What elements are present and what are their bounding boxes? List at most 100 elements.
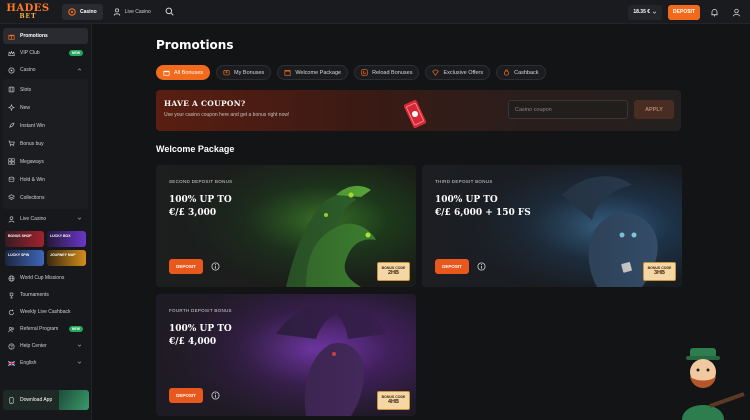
sidebar-item-label: New xyxy=(20,104,31,111)
bonus-code-value: 3HB xyxy=(653,270,665,277)
tab-all-bonuses[interactable]: All Bonuses xyxy=(156,65,211,80)
new-badge: NEW xyxy=(68,50,83,56)
sidebar-item-casino[interactable]: Casino xyxy=(3,62,88,78)
cart-icon xyxy=(8,140,15,147)
bonus-code-badge[interactable]: BONUS CODE 4HB xyxy=(377,391,410,410)
dealer-icon xyxy=(113,7,120,16)
card-deposit-button[interactable]: DEPOSIT xyxy=(169,388,203,403)
tile-journey-map[interactable]: JOURNEY MAP xyxy=(47,250,86,266)
bonus-card-fourth-deposit[interactable]: FOURTH DEPOSIT BONUS 100% UP TO €/£ 4,00… xyxy=(156,294,416,416)
chevron-down-icon xyxy=(77,217,82,220)
nav-live-casino[interactable]: Live Casino xyxy=(107,4,157,20)
coupon-banner: HAVE A COUPON? Use your casino coupon he… xyxy=(156,90,681,131)
globe-icon xyxy=(8,275,15,281)
bonus-code-badge[interactable]: BONUS CODE 3HB xyxy=(643,262,676,281)
promo-tiles: BONUS SHOP LUCKY BOX LUCKY SPIN JOURNEY … xyxy=(5,231,86,266)
dealer-icon xyxy=(8,215,15,223)
reload-icon xyxy=(361,69,368,76)
card-headline: 100% UP TO €/£ 3,000 xyxy=(169,194,232,220)
promotion-tabs: All Bonuses My Bonuses Welcome Package R… xyxy=(156,65,546,80)
flag-icon xyxy=(8,360,15,366)
info-icon[interactable] xyxy=(211,391,220,400)
profile-button[interactable] xyxy=(728,4,744,20)
section-title-welcome-package: Welcome Package xyxy=(156,144,235,154)
apply-coupon-button[interactable]: APPLY xyxy=(634,100,674,119)
balance-value: 18.35 € xyxy=(633,9,651,15)
info-icon[interactable] xyxy=(477,262,486,271)
money-bag-icon xyxy=(504,69,509,76)
download-app-label: Download App xyxy=(20,397,53,403)
tile-bonus-shop[interactable]: BONUS SHOP xyxy=(5,231,44,247)
sidebar-item-instant-win[interactable]: Instant Win xyxy=(3,117,88,134)
card-headline-line2: €/£ 3,000 xyxy=(169,208,217,218)
account-area: 18.35 € DEPOSIT xyxy=(628,4,744,20)
search-icon xyxy=(165,7,174,16)
sidebar-item-label: Instant Win xyxy=(20,122,46,129)
tab-my-bonuses[interactable]: My Bonuses xyxy=(216,65,272,80)
app-root: HADES BET Casino Live Casino 18.35 € DEP… xyxy=(0,0,750,420)
language-label: English xyxy=(20,360,37,366)
user-gift-icon xyxy=(223,70,230,76)
bonus-card-second-deposit[interactable]: SECOND DEPOSIT BONUS 100% UP TO €/£ 3,00… xyxy=(156,165,416,287)
sidebar-item-help-center[interactable]: Help Center xyxy=(3,338,88,354)
language-selector[interactable]: English xyxy=(3,355,88,371)
card-headline-line2: €/£ 6,000 + 150 FS xyxy=(435,208,531,218)
coupon-input[interactable] xyxy=(508,100,628,119)
card-headline-line1: 100% UP TO xyxy=(435,195,498,205)
crown-icon xyxy=(8,50,15,56)
card-label: SECOND DEPOSIT BONUS xyxy=(169,179,233,184)
page-title: Promotions xyxy=(156,38,234,52)
sidebar-item-bonus-buy[interactable]: Bonus buy xyxy=(3,135,88,152)
sidebar-item-promotions[interactable]: Promotions xyxy=(3,28,88,44)
search-button[interactable] xyxy=(163,5,177,19)
tile-lucky-spin[interactable]: LUCKY SPIN xyxy=(5,250,44,266)
chevron-up-icon xyxy=(77,68,82,71)
sidebar-item-slots[interactable]: Slots xyxy=(3,81,88,98)
chevron-down-icon xyxy=(77,361,82,364)
tab-cashback[interactable]: Cashback xyxy=(496,65,546,80)
sidebar-item-label: Tournaments xyxy=(20,292,49,298)
card-deposit-button[interactable]: DEPOSIT xyxy=(435,259,469,274)
download-app-button[interactable]: Download App xyxy=(3,390,89,410)
main-content: Promotions All Bonuses My Bonuses Welcom… xyxy=(92,24,750,420)
info-icon[interactable] xyxy=(211,262,220,271)
chevron-down-icon xyxy=(77,344,82,347)
phone-icon xyxy=(9,396,14,404)
nav-casino-label: Casino xyxy=(80,8,97,15)
bonus-code-value: 2HB xyxy=(387,270,399,277)
sidebar-item-vip-club[interactable]: VIP Club NEW xyxy=(3,45,88,61)
tab-reload-bonuses[interactable]: Reload Bonuses xyxy=(354,65,420,80)
tile-lucky-box[interactable]: LUCKY BOX xyxy=(47,231,86,247)
sidebar-item-label: Collections xyxy=(20,194,45,201)
nav-casino[interactable]: Casino xyxy=(62,3,103,20)
card-deposit-button[interactable]: DEPOSIT xyxy=(169,259,203,274)
chevron-down-icon xyxy=(652,11,657,14)
sidebar-item-tournaments[interactable]: Tournaments xyxy=(3,287,88,303)
sidebar-item-collections[interactable]: Collections xyxy=(3,189,88,206)
tile-label: LUCKY SPIN xyxy=(8,253,30,257)
sidebar-item-weekly-live-cashback[interactable]: Weekly Live Cashback xyxy=(3,304,88,320)
tab-label: Welcome Package xyxy=(295,69,342,76)
bonus-code-badge[interactable]: BONUS CODE 2HB xyxy=(377,262,410,281)
sidebar-item-new[interactable]: New xyxy=(3,99,88,116)
notifications-button[interactable] xyxy=(706,4,722,20)
card-label: THIRD DEPOSIT BONUS xyxy=(435,179,493,184)
sidebar-item-label: Help Center xyxy=(20,343,47,349)
deposit-button[interactable]: DEPOSIT xyxy=(668,4,700,20)
bonus-card-third-deposit[interactable]: THIRD DEPOSIT BONUS 100% UP TO €/£ 6,000… xyxy=(422,165,682,287)
tab-exclusive-offers[interactable]: Exclusive Offers xyxy=(425,65,491,80)
logo-text: HADES xyxy=(6,2,50,14)
sidebar-item-world-cup-missions[interactable]: World Cup Missions xyxy=(3,270,88,286)
package-icon xyxy=(284,70,291,76)
tab-welcome-package[interactable]: Welcome Package xyxy=(277,65,349,80)
grid-icon xyxy=(8,158,15,165)
balance-selector[interactable]: 18.35 € xyxy=(628,4,663,20)
nav-live-casino-label: Live Casino xyxy=(124,8,151,15)
hadesbet-logo[interactable]: HADES BET xyxy=(0,0,56,24)
bonus-code-value: 4HB xyxy=(387,399,399,406)
sidebar-item-hold-win[interactable]: Hold & Win xyxy=(3,171,88,188)
sidebar-item-megaways[interactable]: Megaways xyxy=(3,153,88,170)
sparkle-icon xyxy=(8,104,15,111)
sidebar-item-live-casino[interactable]: Live Casino xyxy=(3,211,88,227)
sidebar-item-referral-program[interactable]: Referral Program NEW xyxy=(3,321,88,337)
